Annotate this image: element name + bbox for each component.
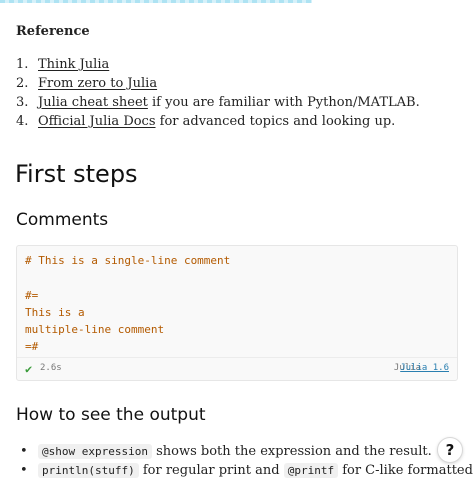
output-item-text: for C-like formatted — [338, 463, 473, 478]
reference-item-text: if you are familiar with Python/MATLAB. — [147, 95, 420, 110]
list-number: 3. — [16, 95, 29, 110]
comments-heading: Comments — [16, 210, 109, 230]
inline-code: println(stuff) — [38, 463, 139, 478]
output-item-text: shows both the expression and the result… — [151, 444, 432, 459]
list-number: 1. — [16, 57, 29, 72]
julia-version-link[interactable]: Julia 1.6 — [400, 363, 449, 373]
reference-item: 1. Think Julia — [16, 55, 420, 74]
reference-item-text: for advanced topics and looking up. — [155, 114, 396, 129]
official-julia-docs-link[interactable]: Official Julia Docs — [38, 114, 156, 129]
reference-heading: Reference — [16, 24, 90, 39]
reference-item: 4. Official Julia Docs for advanced topic… — [16, 112, 420, 131]
reference-list: 1. Think Julia 2. From zero to Julia 3. Jul… — [16, 55, 420, 131]
think-julia-link[interactable]: Think Julia — [38, 57, 109, 72]
output-item: • @show expression shows both the express… — [20, 442, 473, 461]
cell-status-bar: ✔ 2.6s Julia Julia 1.6 — [17, 357, 457, 380]
section-title: First steps — [15, 160, 138, 188]
reference-item: 2. From zero to Julia — [16, 74, 420, 93]
inline-code: @show expression — [38, 444, 152, 459]
list-number: 2. — [16, 76, 29, 91]
help-button[interactable]: ? — [437, 437, 463, 463]
output-item: • println(stuff) for regular print and @p… — [20, 461, 473, 480]
bullet-icon: • — [20, 444, 28, 459]
output-item-text: for regular print and — [138, 463, 284, 478]
check-icon: ✔ — [25, 362, 33, 376]
reference-item: 3. Julia cheat sheet if you are familiar … — [16, 93, 420, 112]
cell-runtime: 2.6s — [40, 363, 62, 373]
inline-code: @printf — [283, 463, 339, 478]
from-zero-to-julia-link[interactable]: From zero to Julia — [38, 76, 157, 91]
output-list: • @show expression shows both the express… — [20, 442, 473, 480]
bullet-icon: • — [20, 463, 28, 478]
julia-cheat-sheet-link[interactable]: Julia cheat sheet — [38, 95, 148, 110]
list-number: 4. — [16, 114, 29, 129]
code-cell-input[interactable]: # This is a single-line comment #= This … — [25, 252, 230, 356]
code-cell[interactable]: # This is a single-line comment #= This … — [16, 245, 458, 381]
progress-bar — [0, 0, 312, 3]
output-heading: How to see the output — [16, 405, 206, 425]
